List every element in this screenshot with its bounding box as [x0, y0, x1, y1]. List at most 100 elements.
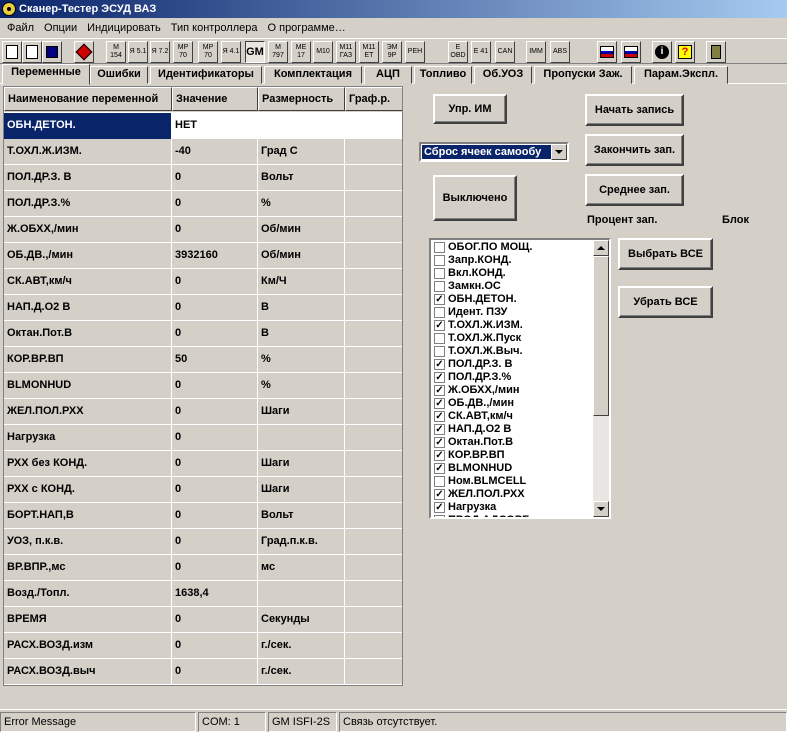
table-row[interactable]: НАП.Д.О2 В0В	[4, 295, 402, 321]
grid-cell-3[interactable]	[345, 243, 402, 269]
grid-cell-2[interactable]: %	[258, 191, 345, 217]
grid-cell-0[interactable]: РХХ с КОНД.	[4, 477, 172, 503]
grid-cell-3[interactable]	[345, 295, 402, 321]
checkbox[interactable]	[434, 476, 445, 487]
grid-cell-2[interactable]: Шаги	[258, 451, 345, 477]
grid-cell-2[interactable]: Км/Ч	[258, 269, 345, 295]
grid-header-2[interactable]: Размерность	[258, 87, 345, 111]
toolbar-open-button[interactable]	[22, 41, 42, 63]
toolbar-can-button[interactable]: CAN	[495, 41, 515, 63]
grid-cell-3[interactable]	[345, 659, 402, 685]
grid-cell-1[interactable]: НЕТ	[172, 113, 258, 139]
grid-cell-2[interactable]: Об/мин	[258, 217, 345, 243]
checklist-scrollbar[interactable]	[593, 240, 609, 517]
grid-cell-0[interactable]: Октан.Пот.В	[4, 321, 172, 347]
tab-2[interactable]: Идентификаторы	[150, 66, 262, 84]
grid-cell-0[interactable]: ОБН.ДЕТОН.	[4, 113, 172, 139]
tab-5[interactable]: Топливо	[414, 66, 472, 84]
grid-cell-2[interactable]: В	[258, 321, 345, 347]
checkbox[interactable]	[434, 242, 445, 253]
grid-cell-1[interactable]: 0	[172, 321, 258, 347]
toolbar-ya51-button[interactable]: Я 5.1	[128, 41, 148, 63]
table-row[interactable]: Нагрузка 0	[4, 425, 402, 451]
table-row[interactable]: Ж.ОБХХ,/мин 0 Об/мин	[4, 217, 402, 243]
table-row[interactable]: СК.АВТ,км/ч 0 Км/Ч	[4, 269, 402, 295]
grid-cell-1[interactable]: 0	[172, 373, 258, 399]
grid-cell-3[interactable]	[345, 477, 402, 503]
toolbar-me17-button[interactable]: ME 17	[291, 41, 311, 63]
table-row[interactable]: ОБН.ДЕТОН. НЕТ	[4, 113, 402, 139]
tab-6[interactable]: Об.УОЗ	[474, 66, 532, 84]
list-item[interactable]: ✓ ОБН.ДЕТОН.	[434, 293, 517, 306]
grid-cell-2[interactable]: Град.п.к.в.	[258, 529, 345, 555]
table-row[interactable]: РХХ с КОНД. 0 Шаги	[4, 477, 402, 503]
grid-cell-2[interactable]: г./сек.	[258, 659, 345, 685]
list-item[interactable]: ✓ КОР.ВР.ВП	[434, 449, 505, 462]
variables-checklist[interactable]: ОБОГ.ПО МОЩ. Запр.КОНД. Вкл.КОНД. Замкн.ОС ✓…	[429, 238, 611, 519]
chevron-down-icon[interactable]	[551, 144, 567, 160]
table-row[interactable]: ОБ.ДВ.,/мин 3932160 Об/мин	[4, 243, 402, 269]
list-item[interactable]: Т.ОХЛ.Ж.Выч.	[434, 345, 523, 358]
toolbar-chart2-button[interactable]	[621, 41, 641, 63]
checkbox[interactable]	[434, 307, 445, 318]
grid-cell-2[interactable]: В	[258, 295, 345, 321]
grid-cell-0[interactable]: РАСХ.ВОЗД.изм	[4, 633, 172, 659]
reset-cells-combo[interactable]: Сброс ячеек самообу	[419, 142, 569, 162]
grid-cell-1[interactable]: 0	[172, 165, 258, 191]
toolbar-m11et-button[interactable]: M11 ET	[359, 41, 379, 63]
checkbox[interactable]	[434, 333, 445, 344]
checkbox[interactable]: ✓	[434, 294, 445, 305]
list-item[interactable]: Вкл.КОНД.	[434, 267, 506, 280]
grid-cell-0[interactable]: ОБ.ДВ.,/мин	[4, 243, 172, 269]
grid-cell-3[interactable]	[345, 555, 402, 581]
grid-cell-1[interactable]: 0	[172, 269, 258, 295]
toolbar-save-button[interactable]	[42, 41, 62, 63]
grid-cell-2[interactable]: Секунды	[258, 607, 345, 633]
toolbar-m154-button[interactable]: M 154	[106, 41, 126, 63]
list-item[interactable]: ✓ Нагрузка	[434, 501, 496, 514]
toolbar-info-button[interactable]: i	[652, 41, 672, 63]
toolbar-eobd-button[interactable]: Е OBD	[448, 41, 468, 63]
grid-cell-1[interactable]: 0	[172, 425, 258, 451]
table-row[interactable]: РАСХ.ВОЗД.выч 0 г./сек.	[4, 659, 402, 685]
checkbox[interactable]	[434, 281, 445, 292]
grid-cell-2[interactable]: г./сек.	[258, 633, 345, 659]
table-row[interactable]: Октан.Пот.В 0 В	[4, 321, 402, 347]
toolbar-m10-button[interactable]: M10	[313, 41, 333, 63]
toolbar-gm-button[interactable]: GM	[245, 41, 265, 63]
list-item[interactable]: ✓ ЖЕЛ.ПОЛ.РХХ	[434, 488, 525, 501]
grid-cell-3[interactable]	[345, 633, 402, 659]
list-item[interactable]: ✓ НАП.Д.О2 В	[434, 423, 511, 436]
tab-4[interactable]: АЦП	[364, 66, 412, 84]
table-row[interactable]: КОР.ВР.ВП 50 %	[4, 347, 402, 373]
grid-cell-1[interactable]: 0	[172, 451, 258, 477]
table-row[interactable]: РАСХ.ВОЗД.изм 0 г./сек.	[4, 633, 402, 659]
grid-cell-2[interactable]: Шаги	[258, 477, 345, 503]
grid-cell-0[interactable]: ПОЛ.ДР.З. В	[4, 165, 172, 191]
grid-cell-3[interactable]	[345, 139, 402, 165]
grid-cell-0[interactable]: РХХ без КОНД.	[4, 451, 172, 477]
select-all-button[interactable]: Выбрать ВСЕ	[618, 238, 713, 270]
grid-cell-1[interactable]: 3932160	[172, 243, 258, 269]
grid-cell-0[interactable]: УОЗ, п.к.в.	[4, 529, 172, 555]
grid-cell-1[interactable]: 0	[172, 399, 258, 425]
checkbox[interactable]: ✓	[434, 450, 445, 461]
list-item[interactable]: Ном.BLMCELL	[434, 475, 526, 488]
grid-cell-3[interactable]	[345, 347, 402, 373]
grid-cell-3[interactable]	[345, 607, 402, 633]
grid-cell-0[interactable]: РАСХ.ВОЗД.выч	[4, 659, 172, 685]
grid-cell-2[interactable]	[258, 113, 345, 139]
grid-header-0[interactable]: Наименование переменной	[4, 87, 172, 111]
table-row[interactable]: ПОЛ.ДР.З. В 0 Вольт	[4, 165, 402, 191]
grid-cell-3[interactable]	[345, 217, 402, 243]
menu-item-3[interactable]: Тип контроллера	[166, 22, 263, 34]
checkbox[interactable]: ✓	[434, 359, 445, 370]
list-item[interactable]: ✓ ПОЛ.ДР.З. В	[434, 358, 513, 371]
grid-cell-3[interactable]	[345, 191, 402, 217]
toolbar-help-button[interactable]: ?	[675, 41, 695, 63]
list-item[interactable]: ✓ ПОЛ.ДР.З.%	[434, 371, 511, 384]
grid-cell-1[interactable]: 0	[172, 295, 258, 321]
grid-cell-1[interactable]: 1638,4	[172, 581, 258, 607]
grid-cell-2[interactable]: Шаги	[258, 399, 345, 425]
checkbox[interactable]: ✓	[434, 385, 445, 396]
